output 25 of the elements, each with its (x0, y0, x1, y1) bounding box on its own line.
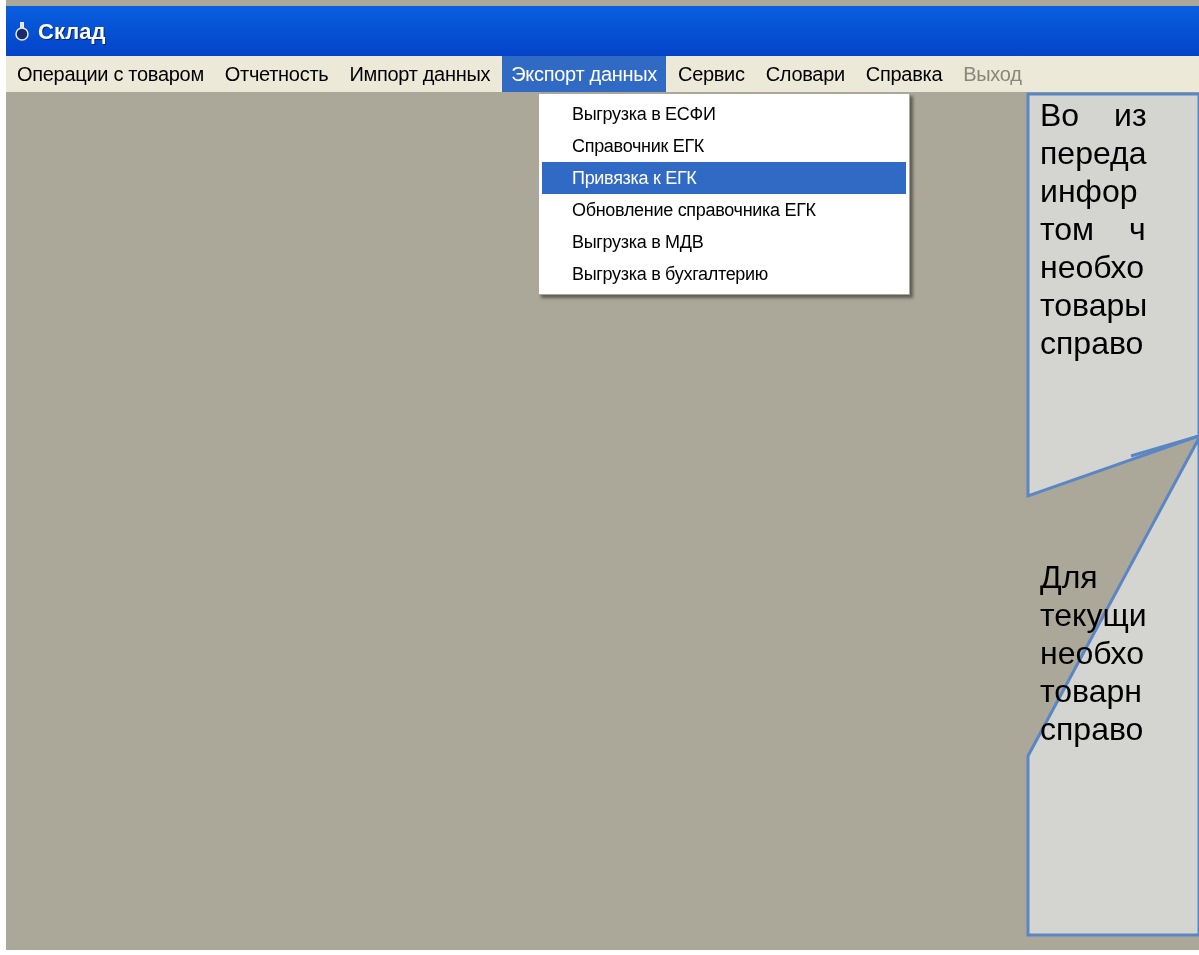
callout-text: текущи (1040, 596, 1147, 634)
dropdown-item[interactable]: Обновление справочника ЕГК (542, 194, 906, 226)
menu-item[interactable]: Отчетность (215, 56, 338, 92)
window-title: Склад (38, 17, 106, 46)
dropdown-item[interactable]: Выгрузка в ЕСФИ (542, 98, 906, 130)
callout-text: Для (1040, 558, 1099, 596)
menu-item[interactable]: Справка (856, 56, 952, 92)
callout-text: Во из (1040, 96, 1148, 134)
callout-text: том ч (1040, 210, 1147, 248)
menu-item[interactable]: Операции с товаром (8, 56, 213, 92)
menu-item[interactable]: Сервис (669, 56, 754, 92)
callout-text: необхо (1040, 248, 1145, 286)
dropdown-item[interactable]: Привязка к ЕГК (542, 162, 906, 194)
menu-item[interactable]: Экспорт данных (502, 56, 666, 92)
callout-text: товары (1040, 286, 1148, 324)
callout-text: переда (1040, 134, 1148, 172)
menu-item[interactable]: Словари (756, 56, 854, 92)
callout-text: инфор (1040, 172, 1139, 210)
callout-text: справо (1040, 324, 1145, 362)
callout-text: справо (1040, 710, 1145, 748)
flask-icon (14, 21, 30, 41)
dropdown-item[interactable]: Справочник ЕГК (542, 130, 906, 162)
dropdown-item[interactable]: Выгрузка в бухгалтерию (542, 258, 906, 290)
dropdown-item[interactable]: Выгрузка в МДВ (542, 226, 906, 258)
menu-item[interactable]: Импорт данных (340, 56, 500, 92)
